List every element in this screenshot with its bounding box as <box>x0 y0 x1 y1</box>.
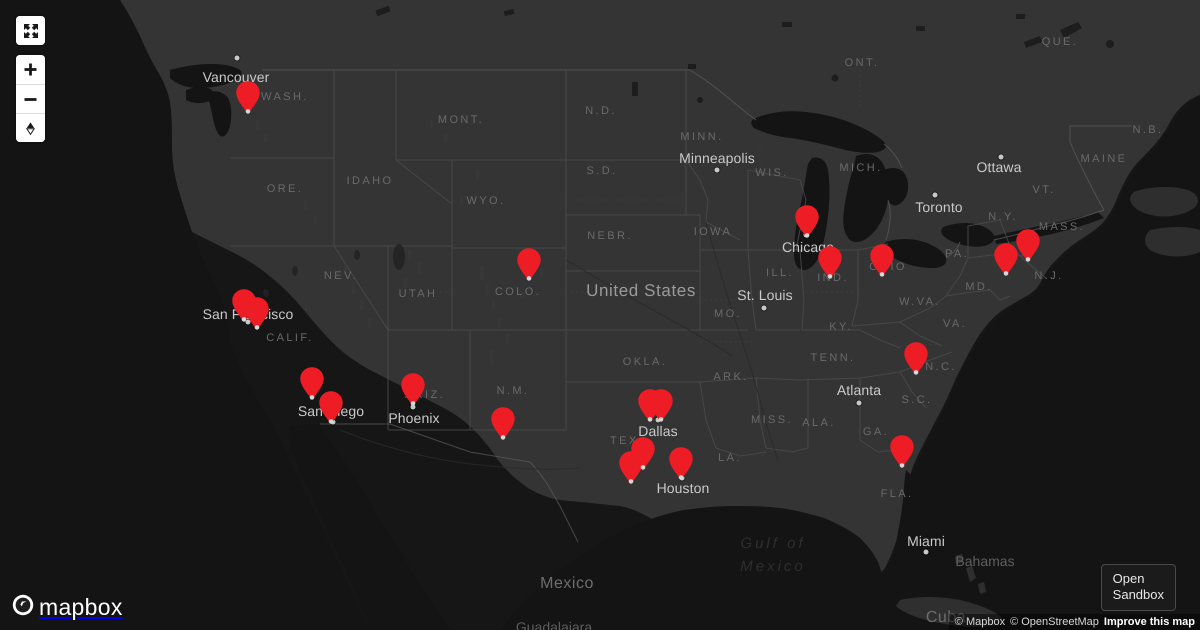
attribution-mapbox-link[interactable]: © Mapbox <box>955 615 1005 629</box>
map-marker-houston[interactable] <box>668 446 695 482</box>
mapbox-wordmark: mapbox <box>39 594 123 620</box>
zoom-control[interactable] <box>16 55 45 142</box>
attribution-bar[interactable]: © Mapbox © OpenStreetMap Improve this ma… <box>948 614 1200 630</box>
zoom-out-button[interactable] <box>16 84 45 113</box>
map-marker-san-diego[interactable] <box>318 390 345 426</box>
plus-icon <box>23 62 38 77</box>
map-marker-jacksonville[interactable] <box>889 434 916 470</box>
attribution-osm-link[interactable]: © OpenStreetMap <box>1010 615 1099 629</box>
map-marker-new-york[interactable] <box>1015 228 1042 264</box>
map-marker-indianapolis[interactable] <box>817 245 844 281</box>
attribution-improve-link[interactable]: Improve this map <box>1104 615 1195 629</box>
mapbox-mark-icon <box>12 594 34 621</box>
map-controls[interactable] <box>16 16 45 142</box>
map-marker-columbus[interactable] <box>869 243 896 279</box>
map-marker-el-paso[interactable] <box>490 406 517 442</box>
zoom-in-button[interactable] <box>16 55 45 84</box>
map-marker-denver[interactable] <box>516 247 543 283</box>
fullscreen-button[interactable] <box>16 16 45 45</box>
map-marker-dallas-b[interactable] <box>648 388 675 424</box>
map-markers[interactable] <box>0 0 1200 630</box>
open-sandbox-button[interactable]: Open Sandbox <box>1100 564 1176 611</box>
map-marker-charlotte[interactable] <box>903 341 930 377</box>
map-container[interactable]: WASH. ORE. IDAHO MONT. WYO. NEV. UTAH CALIF. COL… <box>0 0 1200 630</box>
mapbox-logo[interactable]: mapbox <box>12 594 123 621</box>
compass-icon <box>22 120 39 137</box>
compass-button[interactable] <box>16 113 45 142</box>
map-marker-phoenix[interactable] <box>400 372 427 408</box>
fullscreen-control[interactable] <box>16 16 45 45</box>
map-marker-san-francisco-b[interactable] <box>244 296 271 332</box>
map-marker-san-antonio[interactable] <box>630 436 657 472</box>
map-marker-seattle[interactable] <box>235 80 262 116</box>
minus-icon <box>23 92 38 107</box>
fullscreen-icon <box>22 22 40 40</box>
map-marker-chicago[interactable] <box>794 204 821 240</box>
